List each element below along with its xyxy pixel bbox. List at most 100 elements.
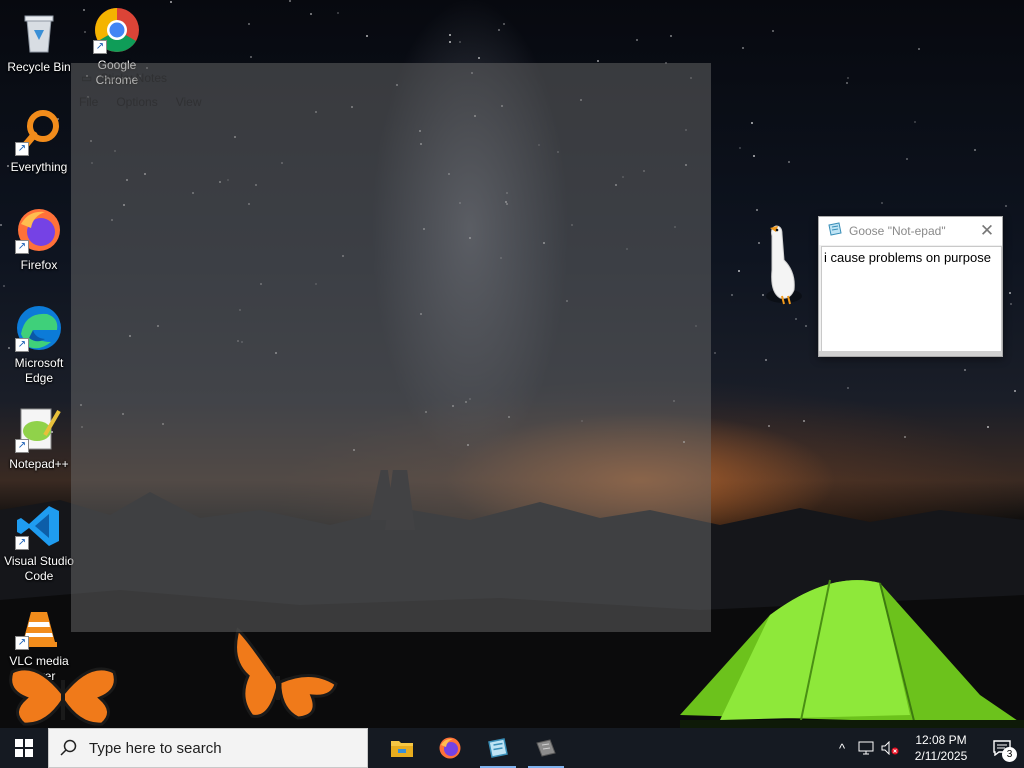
desktop-goose[interactable] bbox=[762, 220, 806, 306]
star bbox=[803, 420, 805, 422]
firefox-icon bbox=[439, 737, 461, 759]
star bbox=[753, 155, 755, 157]
star bbox=[310, 13, 312, 15]
desktop-icon-firefox[interactable]: ↗ Firefox bbox=[0, 206, 78, 273]
butterfly-decoration bbox=[234, 627, 338, 720]
edge-icon: ↗ bbox=[15, 304, 63, 352]
shortcut-arrow-icon: ↗ bbox=[15, 142, 29, 156]
goose-notepad-window[interactable]: Goose "Not-epad" ✕ i cause problems on p… bbox=[818, 216, 1003, 357]
windows-logo-icon bbox=[15, 739, 33, 757]
star bbox=[795, 318, 797, 320]
desktop-icon-vscode[interactable]: ↗ Visual Studio Code bbox=[0, 502, 78, 584]
taskbar-firefox[interactable] bbox=[426, 728, 474, 768]
clock-time: 12:08 PM bbox=[915, 733, 967, 747]
star bbox=[337, 12, 339, 14]
star bbox=[366, 35, 368, 37]
star bbox=[1005, 205, 1007, 207]
taskbar-pinned-apps bbox=[378, 728, 570, 768]
shortcut-arrow-icon: ↗ bbox=[15, 240, 29, 254]
vscode-icon: ↗ bbox=[15, 502, 63, 550]
desktop-icon-label: Everything bbox=[10, 160, 68, 174]
chrome-icon: ↗ bbox=[93, 6, 141, 54]
window-menu-bar: File Options View bbox=[79, 95, 202, 109]
shortcut-arrow-icon: ↗ bbox=[15, 636, 29, 650]
star bbox=[751, 122, 753, 124]
star bbox=[768, 425, 770, 427]
star bbox=[756, 209, 758, 211]
star bbox=[904, 436, 906, 438]
star bbox=[3, 285, 5, 287]
action-center-button[interactable]: 3 bbox=[980, 728, 1024, 768]
star bbox=[906, 158, 908, 160]
notepad-icon bbox=[488, 738, 508, 758]
notepad-titlebar[interactable]: Goose "Not-epad" ✕ bbox=[819, 217, 1002, 245]
menu-options[interactable]: Options bbox=[116, 95, 157, 109]
star bbox=[731, 294, 733, 296]
star bbox=[1010, 303, 1012, 305]
desktop-icon-label: Firefox bbox=[20, 258, 58, 272]
desktop-icon-notepadpp[interactable]: ↗ Notepad++ bbox=[0, 405, 78, 472]
star bbox=[670, 35, 672, 37]
star bbox=[449, 34, 451, 36]
star bbox=[459, 41, 461, 43]
notepad-bottom-edge bbox=[819, 351, 1002, 356]
shortcut-arrow-icon: ↗ bbox=[15, 338, 29, 352]
star bbox=[289, 0, 291, 2]
firefox-icon: ↗ bbox=[15, 206, 63, 254]
star bbox=[758, 242, 760, 244]
star bbox=[636, 39, 638, 41]
desktop-icon-recycle-bin[interactable]: Recycle Bin bbox=[0, 8, 78, 75]
star bbox=[846, 82, 848, 84]
notepadpp-icon: ↗ bbox=[15, 405, 63, 453]
taskbar: ^ 12:08 PM 2/11/2025 3 bbox=[0, 728, 1024, 768]
shortcut-arrow-icon: ↗ bbox=[93, 40, 107, 54]
star bbox=[788, 161, 790, 163]
star bbox=[914, 121, 916, 123]
taskbar-goose-notepad[interactable] bbox=[474, 728, 522, 768]
close-icon[interactable]: ✕ bbox=[972, 217, 1002, 245]
star bbox=[478, 57, 480, 59]
desktop-icon-label: Visual Studio Code bbox=[4, 554, 74, 583]
search-icon bbox=[49, 739, 89, 757]
star bbox=[881, 202, 883, 204]
taskbar-desktop-goose[interactable] bbox=[522, 728, 570, 768]
star bbox=[248, 23, 250, 25]
search-input[interactable] bbox=[89, 739, 349, 757]
clock-date: 2/11/2025 bbox=[914, 749, 968, 763]
vlc-icon: ↗ bbox=[15, 602, 63, 650]
taskbar-file-explorer[interactable] bbox=[378, 728, 426, 768]
desktop-icon-label: Recycle Bin bbox=[7, 60, 71, 74]
shortcut-arrow-icon: ↗ bbox=[15, 536, 29, 550]
menu-view[interactable]: View bbox=[176, 95, 202, 109]
menu-file[interactable]: File bbox=[79, 95, 98, 109]
network-icon[interactable] bbox=[854, 728, 878, 768]
notepad-icon bbox=[827, 221, 843, 241]
star bbox=[449, 41, 451, 43]
window-title: ▭ Sticky Notes bbox=[81, 71, 168, 85]
notepad-title: Goose "Not-epad" bbox=[849, 224, 946, 238]
star bbox=[597, 60, 599, 62]
notepad-text-area[interactable]: i cause problems on purpose bbox=[821, 246, 1002, 352]
star bbox=[250, 56, 252, 58]
app-icon: ▭ bbox=[81, 71, 93, 85]
star bbox=[739, 147, 741, 149]
star bbox=[918, 48, 920, 50]
notification-count-badge: 3 bbox=[1002, 747, 1017, 762]
star bbox=[772, 30, 774, 32]
star bbox=[987, 426, 989, 428]
desktop-icon-everything[interactable]: ↗ Everything bbox=[0, 108, 78, 175]
taskbar-search-box[interactable] bbox=[48, 728, 368, 768]
star bbox=[742, 47, 744, 49]
butterfly-decoration bbox=[9, 667, 117, 726]
recycle-bin-icon bbox=[15, 8, 63, 56]
green-tent bbox=[680, 579, 1024, 728]
desktop-icon-microsoft-edge[interactable]: ↗ Microsoft Edge bbox=[0, 304, 78, 386]
transparent-app-window[interactable]: ▭ Sticky Notes File Options View bbox=[71, 63, 711, 632]
chevron-up-icon[interactable]: ^ bbox=[830, 728, 854, 768]
star bbox=[847, 387, 849, 389]
speaker-muted-icon[interactable] bbox=[878, 728, 902, 768]
start-button[interactable] bbox=[0, 728, 48, 768]
star bbox=[805, 325, 807, 327]
taskbar-clock[interactable]: 12:08 PM 2/11/2025 bbox=[902, 732, 980, 764]
star bbox=[498, 29, 500, 31]
